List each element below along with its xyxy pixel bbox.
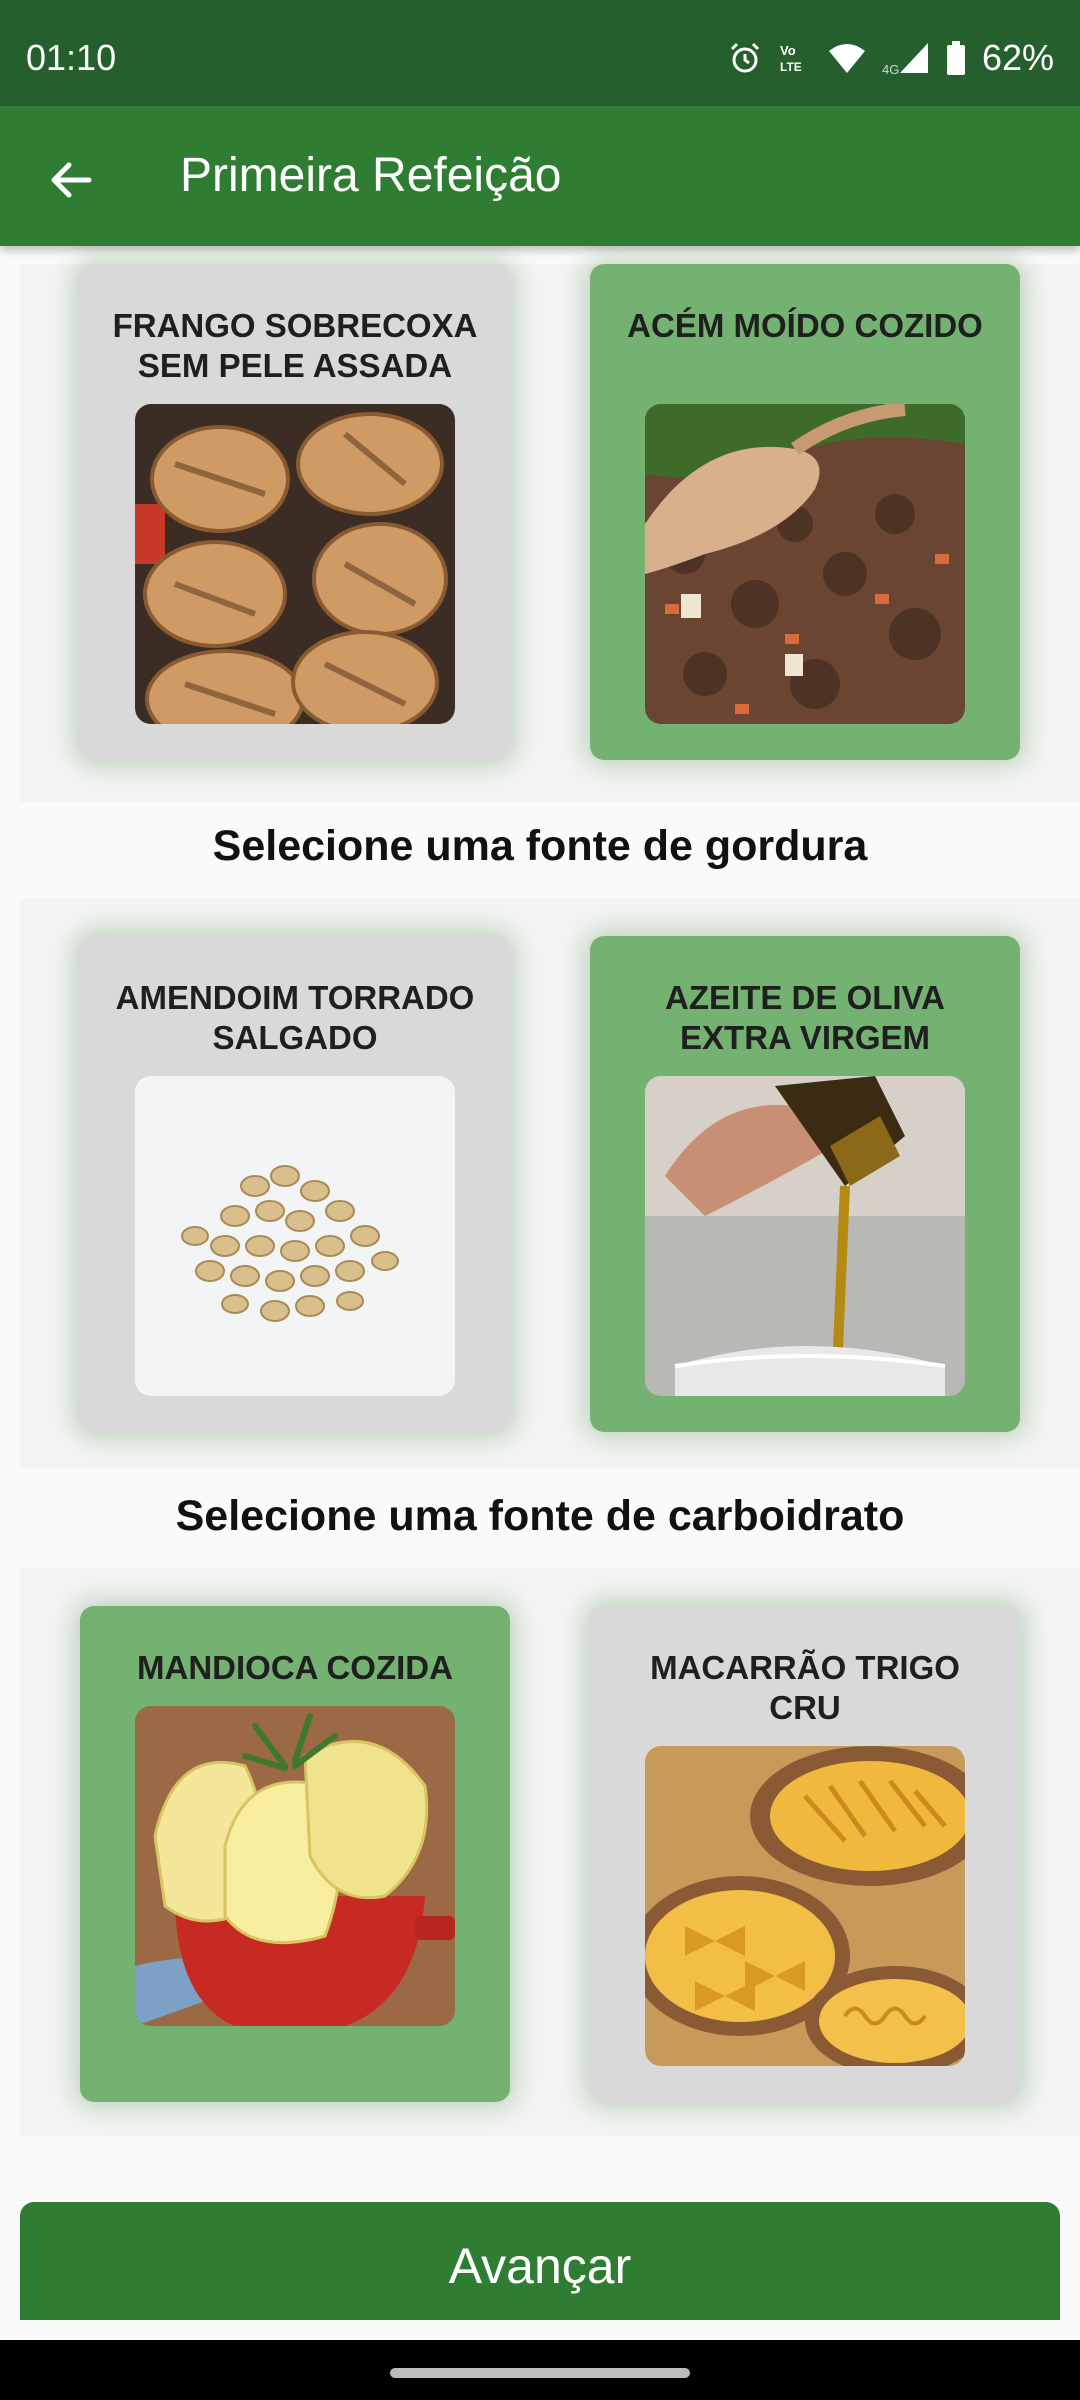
ground-beef-image <box>645 404 965 724</box>
next-button[interactable]: Avançar <box>20 2202 1060 2320</box>
alarm-icon <box>728 41 762 75</box>
olive-oil-image <box>645 1076 965 1396</box>
svg-text:Vo: Vo <box>780 43 796 58</box>
option-card-macarrao[interactable]: MACARRÃO TRIGO CRU <box>590 1606 1020 2102</box>
svg-text:LTE: LTE <box>780 60 802 74</box>
section-title-fat: Selecione uma fonte de gordura <box>212 822 868 870</box>
fat-options-panel: AMENDOIM TORRADO SALGADO AZEITE DE OLIVA… <box>20 898 1080 1468</box>
option-label: AZEITE DE OLIVA EXTRA VIRGEM <box>665 979 945 1056</box>
option-label: ACÉM MOÍDO COZIDO <box>627 307 983 344</box>
system-nav-bar <box>0 2340 1080 2400</box>
grilled-chicken-image <box>135 404 455 724</box>
page-title: Primeira Refeição <box>180 149 562 202</box>
option-card-azeite[interactable]: AZEITE DE OLIVA EXTRA VIRGEM <box>590 936 1020 1432</box>
battery-icon <box>946 41 966 75</box>
option-card-acem[interactable]: ACÉM MOÍDO COZIDO <box>590 264 1020 760</box>
meal-options: FRANGO SOBRECOXA SEM PELE ASSADA ACÉM MO… <box>0 246 1080 2196</box>
arrow-left-icon <box>51 162 92 198</box>
section-title-carb: Selecione uma fonte de carboidrato <box>175 1492 905 1540</box>
volte-icon: Vo LTE <box>778 41 812 75</box>
peanuts-image <box>135 1076 455 1396</box>
option-label: MANDIOCA COZIDA <box>137 1649 453 1686</box>
battery-percent: 62% <box>981 37 1054 78</box>
status-time: 01:10 <box>26 37 117 78</box>
option-card-amendoim[interactable]: AMENDOIM TORRADO SALGADO <box>80 936 510 1432</box>
status-bar: 01:10 Vo LTE 4G 62% <box>0 0 1080 106</box>
wifi-icon <box>828 41 866 75</box>
option-label: FRANGO SOBRECOXA SEM PELE ASSADA <box>112 307 478 384</box>
option-label: MACARRÃO TRIGO CRU <box>650 1649 960 1726</box>
back-button[interactable] <box>36 146 104 214</box>
cassava-image <box>135 1706 455 2026</box>
option-label: AMENDOIM TORRADO SALGADO <box>115 979 475 1056</box>
app-bar: Primeira Refeição <box>0 106 1080 246</box>
option-card-frango[interactable]: FRANGO SOBRECOXA SEM PELE ASSADA <box>80 264 510 760</box>
pasta-image <box>645 1746 965 2066</box>
status-icons: Vo LTE 4G 62% <box>728 38 1054 78</box>
home-indicator[interactable] <box>390 2368 690 2378</box>
carb-options-panel: MANDIOCA COZIDA MACARRÃO TRIGO CRU <box>20 1568 1080 2136</box>
protein-options-panel: FRANGO SOBRECOXA SEM PELE ASSADA ACÉM MO… <box>20 264 1080 802</box>
4g-signal-icon: 4G <box>882 41 930 75</box>
option-card-mandioca[interactable]: MANDIOCA COZIDA <box>80 1606 510 2102</box>
svg-text:4G: 4G <box>882 62 899 75</box>
